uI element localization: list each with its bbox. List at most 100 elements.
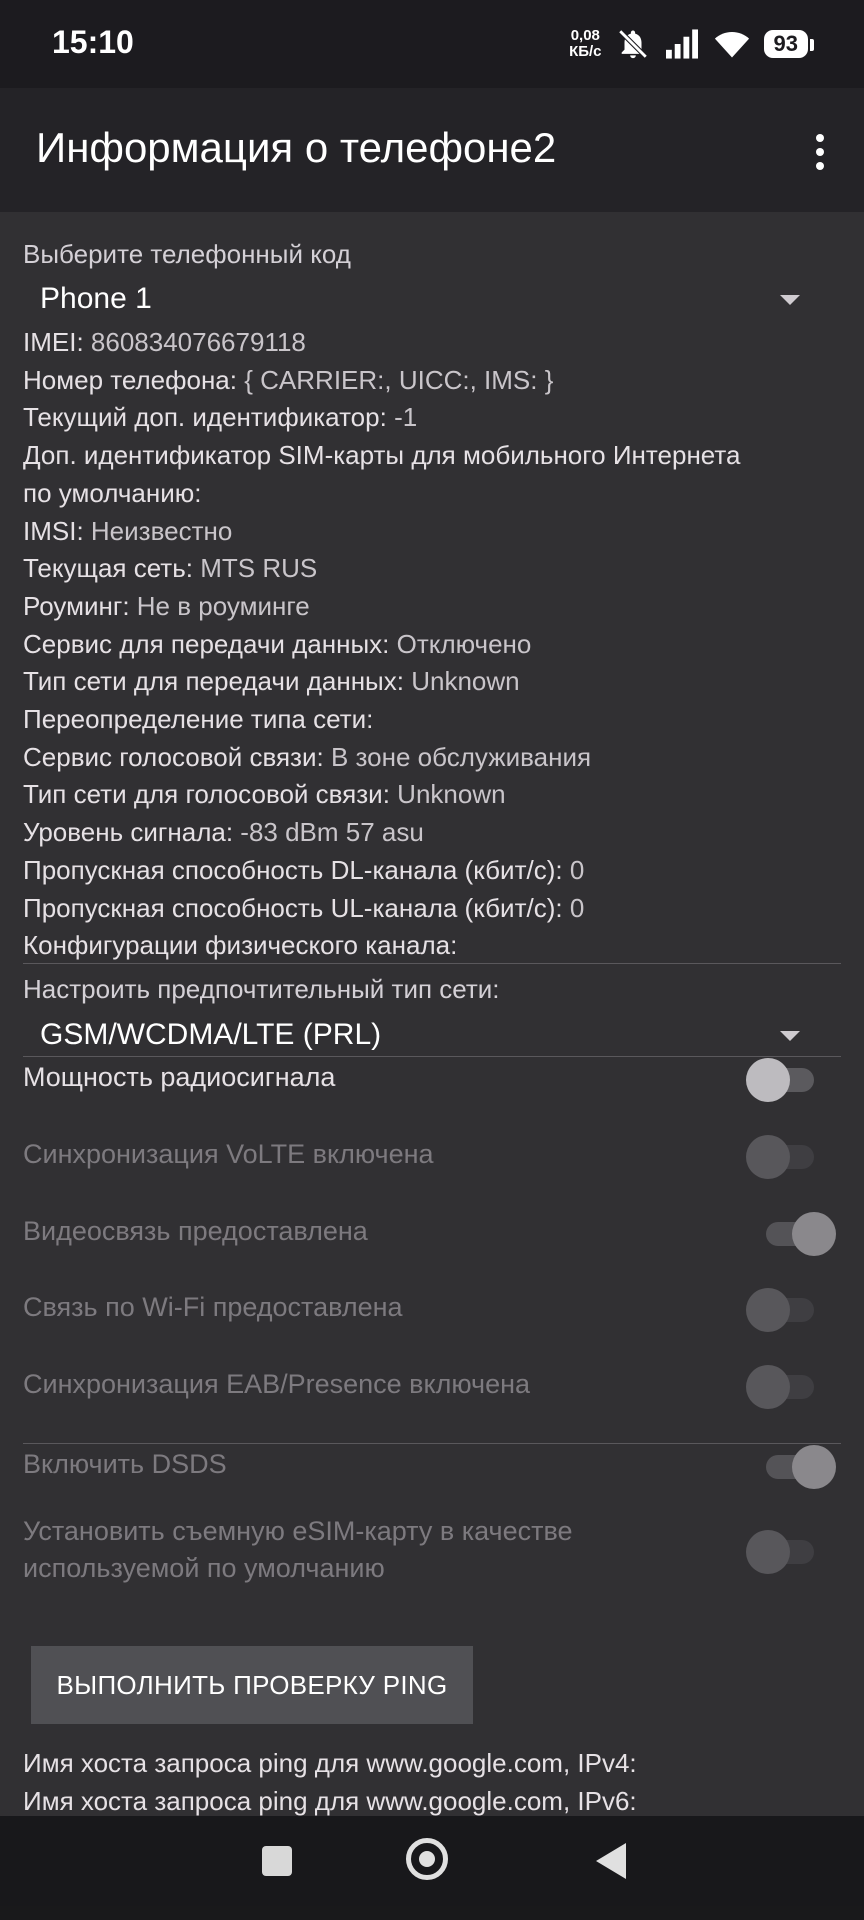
switch-label-line: Синхронизация VoLTE включена	[23, 1139, 434, 1169]
info-row: Роуминг: Не в роуминге	[23, 591, 310, 622]
more-vert-icon[interactable]	[814, 134, 826, 174]
network-type-label: Настроить предпочтительный тип сети:	[23, 974, 500, 1004]
recents-icon[interactable]	[262, 1846, 292, 1876]
switch-label: Синхронизация EAB/Presence включена	[23, 1369, 530, 1400]
back-icon[interactable]	[596, 1843, 626, 1879]
divider	[23, 1056, 841, 1057]
divider	[23, 1443, 841, 1444]
info-label: Тип сети для передачи данных:	[23, 666, 404, 696]
toggle-switch[interactable]	[746, 1058, 818, 1102]
run-ping-button[interactable]: ВЫПОЛНИТЬ ПРОВЕРКУ PING	[31, 1646, 473, 1724]
toggle-switch[interactable]	[746, 1530, 818, 1574]
info-label: Уровень сигнала:	[23, 817, 234, 847]
divider	[23, 963, 841, 964]
info-label: IMEI:	[23, 327, 84, 357]
info-row: Тип сети для передачи данных: Unknown	[23, 666, 520, 697]
info-value: 860834076679118	[90, 327, 306, 357]
phone-select-value[interactable]: Phone 1	[40, 282, 152, 316]
switch-label-line: Установить съемную eSIM-карту в качестве	[23, 1516, 573, 1546]
switch-label: Связь по Wi-Fi предоставлена	[23, 1292, 403, 1323]
chevron-down-icon[interactable]	[780, 295, 800, 305]
ping-result-row: Имя хоста запроса ping для www.google.co…	[23, 1786, 637, 1816]
info-row: по умолчанию:	[23, 478, 201, 509]
home-icon[interactable]	[406, 1838, 448, 1880]
chevron-down-icon[interactable]	[780, 1031, 800, 1041]
info-label: Сервис для передачи данных:	[23, 629, 390, 659]
info-value: MTS RUS	[200, 553, 318, 583]
switch-label: Видеосвязь предоставлена	[23, 1216, 368, 1247]
info-row: Сервис для передачи данных: Отключено	[23, 629, 531, 660]
info-value: 0	[569, 855, 585, 885]
info-value: { CARRIER:, UICC:, IMS: }	[244, 365, 554, 395]
switch-label-line: Мощность радиосигнала	[23, 1062, 336, 1092]
info-value: Unknown	[397, 779, 506, 809]
switch-thumb	[746, 1288, 790, 1332]
info-label: Сервис голосовой связи:	[23, 742, 324, 772]
switch-thumb	[792, 1445, 836, 1489]
switch-thumb	[746, 1058, 790, 1102]
phone-select-label: Выберите телефонный код	[23, 239, 351, 269]
info-value: В зоне обслуживания	[330, 742, 592, 772]
info-row: Текущий доп. идентификатор: -1	[23, 402, 417, 433]
switch-thumb	[746, 1530, 790, 1574]
info-row: Пропускная способность UL-канала (кбит/с…	[23, 893, 584, 924]
switch-thumb	[792, 1212, 836, 1256]
info-value: Отключено	[396, 629, 532, 659]
app-bar: Информация о телефоне2	[0, 88, 864, 212]
info-row: Пропускная способность DL-канала (кбит/с…	[23, 855, 584, 886]
info-label: Переопределение типа сети:	[23, 704, 374, 734]
info-row: Номер телефона: { CARRIER:, UICC:, IMS: …	[23, 365, 553, 396]
info-row: Переопределение типа сети:	[23, 704, 373, 735]
info-row: IMSI: Неизвестно	[23, 516, 232, 547]
status-time: 15:10	[52, 24, 134, 60]
info-row: Текущая сеть: MTS RUS	[23, 553, 317, 584]
info-row: Сервис голосовой связи: В зоне обслужива…	[23, 742, 591, 773]
info-label: Роуминг:	[23, 591, 130, 621]
info-label: Доп. идентификатор SIM-карты для мобильн…	[23, 440, 741, 470]
switch-label: Установить съемную eSIM-карту в качестве…	[23, 1516, 573, 1584]
toggle-switch[interactable]	[746, 1135, 818, 1179]
page-title: Информация о телефоне2	[36, 124, 557, 171]
switch-label-line: Связь по Wi-Fi предоставлена	[23, 1292, 403, 1322]
info-label: Номер телефона:	[23, 365, 237, 395]
switch-label: Мощность радиосигнала	[23, 1062, 335, 1093]
phone-info-content[interactable]: Выберите телефонный код Phone 1 IMEI: 86…	[0, 212, 864, 1816]
info-label: Пропускная способность UL-канала (кбит/с…	[23, 893, 563, 923]
switch-label-line: Включить DSDS	[23, 1449, 227, 1479]
info-row: Конфигурации физического канала:	[23, 930, 457, 961]
switch-label: Включить DSDS	[23, 1449, 227, 1480]
switch-label-line: используемой по умолчанию	[23, 1553, 385, 1583]
switch-label: Синхронизация VoLTE включена	[23, 1139, 434, 1170]
info-label: IMSI:	[23, 516, 84, 546]
toggle-switch[interactable]	[762, 1445, 836, 1489]
info-row: Доп. идентификатор SIM-карты для мобильн…	[23, 440, 740, 471]
info-row: Тип сети для голосовой связи: Unknown	[23, 779, 506, 810]
ping-result-row: Имя хоста запроса ping для www.google.co…	[23, 1748, 637, 1779]
network-type-value[interactable]: GSM/WCDMA/LTE (PRL)	[40, 1018, 381, 1052]
toggle-switch[interactable]	[762, 1212, 836, 1256]
navigation-bar	[0, 1816, 864, 1920]
switch-thumb	[746, 1365, 790, 1409]
info-value: -83 dBm 57 asu	[240, 817, 424, 847]
switch-label-line: Синхронизация EAB/Presence включена	[23, 1369, 531, 1399]
switch-label-line: Видеосвязь предоставлена	[23, 1216, 368, 1246]
switch-thumb	[746, 1135, 790, 1179]
battery-icon: 93	[763, 30, 815, 58]
info-row: Уровень сигнала: -83 dBm 57 asu	[23, 817, 424, 848]
info-value: -1	[394, 402, 418, 432]
status-bar: 15:10 0,08 КБ/с 93	[0, 0, 864, 88]
info-label: Конфигурации физического канала:	[23, 930, 458, 960]
status-icons: 0,08 КБ/с 93	[569, 22, 815, 66]
bell-off-icon	[618, 29, 648, 59]
toggle-switch[interactable]	[746, 1365, 818, 1409]
signal-icon	[665, 29, 698, 59]
network-speed-value: 0,08	[570, 27, 600, 44]
info-row: IMEI: 860834076679118	[23, 327, 306, 358]
network-speed-unit: КБ/с	[569, 43, 602, 60]
info-label: Текущая сеть:	[23, 553, 193, 583]
ping-result-label: Имя хоста запроса ping для www.google.co…	[23, 1748, 637, 1778]
info-value: Неизвестно	[90, 516, 233, 546]
toggle-switch[interactable]	[746, 1288, 818, 1332]
info-value: Не в роуминге	[136, 591, 310, 621]
info-value: Unknown	[411, 666, 520, 696]
